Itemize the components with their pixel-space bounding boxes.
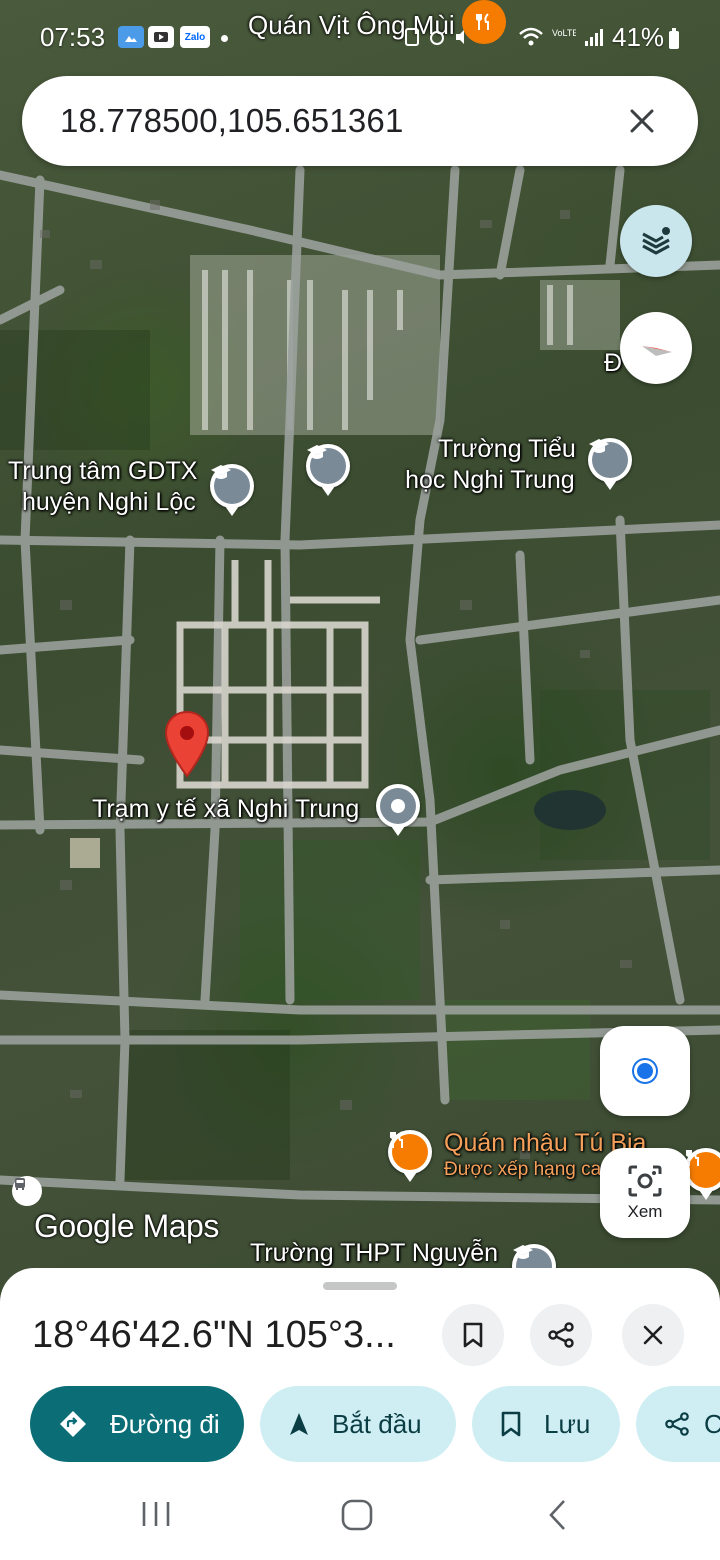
save-chip[interactable]: Lưu <box>472 1386 620 1462</box>
volte-icon: VoLTE <box>552 28 576 38</box>
sim-icon <box>405 28 419 46</box>
restaurant-icon <box>390 1131 403 1148</box>
poi-school-gdtx[interactable] <box>210 464 254 516</box>
share-icon-button[interactable] <box>530 1304 592 1366</box>
search-bar[interactable]: 18.778500,105.651361 <box>22 76 698 166</box>
label-tram-y-te[interactable]: Trạm y tế xã Nghi Trung <box>92 794 359 825</box>
coordinates-title: 18°46'42.6"N 105°3... <box>32 1314 396 1356</box>
back-icon <box>549 1500 565 1530</box>
wifi-icon <box>519 27 543 46</box>
red-pin-icon <box>164 710 210 778</box>
directions-label: Đường đi <box>110 1408 220 1439</box>
label-truong-tieu-hoc[interactable]: Trường Tiểu học Nghi Trung <box>404 434 576 496</box>
lens-label: Xem <box>627 1202 663 1221</box>
school-icon <box>589 439 609 453</box>
my-location-button[interactable] <box>600 1026 690 1116</box>
photo-notification-icon <box>118 26 144 48</box>
bookmark-icon <box>463 1322 483 1348</box>
share-chip[interactable]: C <box>636 1386 720 1462</box>
back-button[interactable] <box>546 1498 570 1532</box>
school-icon <box>211 465 231 479</box>
save-icon-button[interactable] <box>442 1304 504 1366</box>
status-system-icons <box>404 28 472 46</box>
label-truong-tieu-hoc-line2: học Nghi Trung <box>405 466 575 494</box>
bus-stop-icon[interactable] <box>12 1176 42 1206</box>
poi-school-tieu-hoc[interactable] <box>588 438 632 490</box>
start-label: Bắt đầu <box>332 1408 422 1439</box>
my-location-icon <box>634 1060 656 1082</box>
share-icon <box>548 1322 574 1348</box>
poi-food-quan-nhau[interactable] <box>388 1130 432 1182</box>
recents-button[interactable] <box>140 1498 172 1530</box>
share-label: C <box>704 1408 720 1439</box>
compass-button[interactable] <box>620 312 692 384</box>
lens-icon <box>628 1165 662 1197</box>
layers-icon <box>642 227 670 255</box>
label-gdtx-line2: huyện Nghi Lộc <box>22 488 196 516</box>
sheet-drag-handle[interactable] <box>323 1282 397 1290</box>
svg-text:VoLTE: VoLTE <box>552 28 576 38</box>
close-icon <box>643 1325 663 1345</box>
action-chips: Đường đi Bắt đầu Lưu C <box>30 1386 720 1462</box>
school-icon <box>307 445 327 459</box>
poi-school-unnamed[interactable] <box>306 444 350 496</box>
status-bar: 07:53 Zalo Quán Vịt Ông Mùi VoLTE 41% <box>0 0 720 76</box>
start-chip[interactable]: Bắt đầu <box>260 1386 456 1462</box>
layers-button[interactable] <box>620 205 692 277</box>
home-icon <box>341 1499 373 1531</box>
close-icon <box>630 109 654 133</box>
alarm-icon <box>430 31 444 45</box>
recents-icon <box>142 1502 170 1526</box>
search-input[interactable]: 18.778500,105.651361 <box>60 102 622 140</box>
compass-icon <box>642 346 672 356</box>
navigation-arrow-icon <box>288 1411 310 1437</box>
label-gdtx[interactable]: Trung tâm GDTX huyện Nghi Lộc <box>8 456 197 518</box>
status-signal-icons: VoLTE <box>518 26 604 48</box>
label-gdtx-line1: Trung tâm GDTX <box>8 457 198 485</box>
google-maps-logo: Google Maps <box>34 1208 219 1244</box>
bookmark-icon <box>500 1411 522 1437</box>
directions-chip[interactable]: Đường đi <box>30 1386 244 1462</box>
status-more-dot <box>221 35 228 42</box>
signal-icon <box>585 29 603 46</box>
selected-location-pin[interactable] <box>164 710 210 778</box>
school-icon <box>513 1245 533 1259</box>
status-time: 07:53 <box>40 22 106 52</box>
mute-icon <box>456 30 464 44</box>
poi-health-tram-y-te[interactable] <box>376 784 420 836</box>
close-sheet-button[interactable] <box>622 1304 684 1366</box>
share-icon <box>664 1411 690 1437</box>
battery-level: 41% <box>612 22 665 52</box>
save-label: Lưu <box>544 1408 591 1439</box>
zalo-notification-icon: Zalo <box>180 26 210 48</box>
directions-icon <box>58 1409 88 1439</box>
video-notification-icon <box>148 26 174 48</box>
system-navigation-bar <box>0 1470 720 1560</box>
label-truong-tieu-hoc-line1: Trường Tiểu <box>438 435 576 463</box>
clear-search-button[interactable] <box>622 101 662 141</box>
battery-icon <box>669 28 679 49</box>
label-thpt[interactable]: Trường THPT Nguyễn <box>250 1238 498 1269</box>
lens-button[interactable]: Xem <box>600 1148 690 1238</box>
home-button[interactable] <box>340 1498 374 1532</box>
health-dot-icon <box>391 799 405 813</box>
